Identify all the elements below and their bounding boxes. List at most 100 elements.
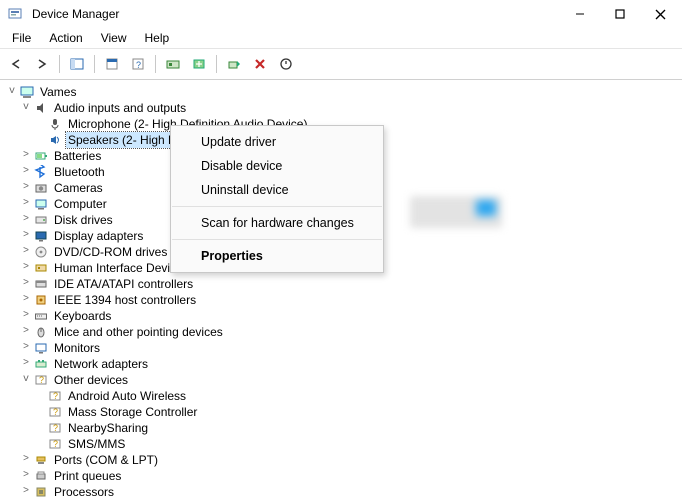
svg-text:?: ? <box>53 423 58 433</box>
tree-category-other[interactable]: v ? Other devices <box>6 372 682 388</box>
svg-text:?: ? <box>53 439 58 449</box>
expand-icon[interactable]: > <box>20 212 32 228</box>
redacted-region <box>410 196 502 228</box>
device-tree[interactable]: v Vames v Audio inputs and outputs Micro… <box>0 80 682 502</box>
tree-label: DVD/CD-ROM drives <box>52 244 169 260</box>
expand-icon[interactable]: > <box>20 276 32 292</box>
computer-icon <box>33 196 49 212</box>
menubar: File Action View Help <box>0 28 682 49</box>
expand-icon[interactable]: > <box>20 308 32 324</box>
window-title: Device Manager <box>32 7 119 21</box>
context-menu-uninstall-device[interactable]: Uninstall device <box>171 178 383 202</box>
tree-category[interactable]: >Network adapters <box>6 356 682 372</box>
expand-icon[interactable]: > <box>20 452 32 468</box>
tree-label: Ports (COM & LPT) <box>52 452 160 468</box>
maximize-button[interactable] <box>600 0 640 28</box>
unknown-device-icon: ? <box>47 404 63 420</box>
microphone-icon <box>47 116 63 132</box>
tree-category[interactable]: > IEEE 1394 host controllers <box>6 292 682 308</box>
svg-text:?: ? <box>53 407 58 417</box>
expand-icon[interactable]: > <box>20 340 32 356</box>
menu-help[interactable]: Help <box>137 29 178 47</box>
tree-label: Monitors <box>52 340 102 356</box>
expand-icon[interactable]: > <box>20 228 32 244</box>
network-icon <box>33 356 49 372</box>
tree-category[interactable]: >Processors <box>6 484 682 500</box>
context-menu-update-driver[interactable]: Update driver <box>171 130 383 154</box>
tree-category[interactable]: > Mice and other pointing devices <box>6 324 682 340</box>
tree-label: Mice and other pointing devices <box>52 324 225 340</box>
tree-category-audio[interactable]: v Audio inputs and outputs <box>6 100 682 116</box>
tree-label: Speakers (2- High De <box>66 132 185 148</box>
expand-icon[interactable]: > <box>20 484 32 500</box>
ieee-icon <box>33 292 49 308</box>
toolbar: ? <box>0 49 682 80</box>
menu-view[interactable]: View <box>93 29 135 47</box>
svg-text:?: ? <box>136 60 141 70</box>
expand-icon[interactable]: > <box>20 260 32 276</box>
context-menu-separator <box>172 206 382 207</box>
properties-button[interactable] <box>100 52 124 76</box>
expand-icon[interactable]: > <box>20 292 32 308</box>
expand-icon[interactable]: > <box>20 196 32 212</box>
tree-label: IEEE 1394 host controllers <box>52 292 198 308</box>
expand-icon[interactable]: > <box>20 164 32 180</box>
expand-icon[interactable]: v <box>6 84 18 100</box>
back-button[interactable] <box>4 52 28 76</box>
forward-button[interactable] <box>30 52 54 76</box>
tree-label: Other devices <box>52 372 130 388</box>
svg-text:?: ? <box>39 375 44 385</box>
tree-label: Print queues <box>52 468 123 484</box>
expand-icon[interactable]: > <box>20 356 32 372</box>
expand-icon[interactable]: > <box>20 468 32 484</box>
tree-label: Mass Storage Controller <box>66 404 199 420</box>
help-button[interactable]: ? <box>126 52 150 76</box>
tree-category[interactable]: > Monitors <box>6 340 682 356</box>
tree-device-unknown[interactable]: ? SMS/MMS <box>6 436 682 452</box>
tree-device-unknown[interactable]: ? Android Auto Wireless <box>6 388 682 404</box>
tree-root[interactable]: v Vames <box>6 84 682 100</box>
menu-file[interactable]: File <box>4 29 39 47</box>
menu-action[interactable]: Action <box>41 29 90 47</box>
add-legacy-button[interactable] <box>187 52 211 76</box>
expand-icon[interactable]: > <box>20 180 32 196</box>
tree-category[interactable]: >Keyboards <box>6 308 682 324</box>
ports-icon <box>33 452 49 468</box>
tree-label: Cameras <box>52 180 105 196</box>
context-menu-disable-device[interactable]: Disable device <box>171 154 383 178</box>
tree-label: Batteries <box>52 148 103 164</box>
tree-label: SMS/MMS <box>66 436 127 452</box>
show-hide-tree-button[interactable] <box>65 52 89 76</box>
tree-device-unknown[interactable]: ? NearbySharing <box>6 420 682 436</box>
expand-icon[interactable]: > <box>20 244 32 260</box>
computer-icon <box>19 84 35 100</box>
tree-label: Android Auto Wireless <box>66 388 188 404</box>
tree-label: Display adapters <box>52 228 145 244</box>
printer-icon <box>33 468 49 484</box>
app-icon <box>7 6 23 22</box>
display-icon <box>33 228 49 244</box>
scan-hardware-button[interactable] <box>161 52 185 76</box>
toolbar-separator <box>155 55 156 73</box>
toolbar-separator <box>94 55 95 73</box>
expand-icon[interactable]: v <box>20 100 32 116</box>
disable-button[interactable] <box>274 52 298 76</box>
tree-category[interactable]: > Print queues <box>6 468 682 484</box>
uninstall-button[interactable] <box>248 52 272 76</box>
minimize-button[interactable] <box>560 0 600 28</box>
update-driver-button[interactable] <box>222 52 246 76</box>
context-menu-scan-hardware[interactable]: Scan for hardware changes <box>171 211 383 235</box>
svg-text:?: ? <box>53 391 58 401</box>
expand-icon[interactable]: > <box>20 324 32 340</box>
tree-category[interactable]: >IDE ATA/ATAPI controllers <box>6 276 682 292</box>
disk-icon <box>33 212 49 228</box>
tree-label: NearbySharing <box>66 420 150 436</box>
unknown-device-icon: ? <box>47 436 63 452</box>
tree-category[interactable]: > Ports (COM & LPT) <box>6 452 682 468</box>
tree-device-unknown[interactable]: ? Mass Storage Controller <box>6 404 682 420</box>
context-menu-properties[interactable]: Properties <box>171 244 383 268</box>
close-button[interactable] <box>640 0 680 28</box>
toolbar-separator <box>59 55 60 73</box>
expand-icon[interactable]: v <box>20 372 32 388</box>
expand-icon[interactable]: > <box>20 148 32 164</box>
